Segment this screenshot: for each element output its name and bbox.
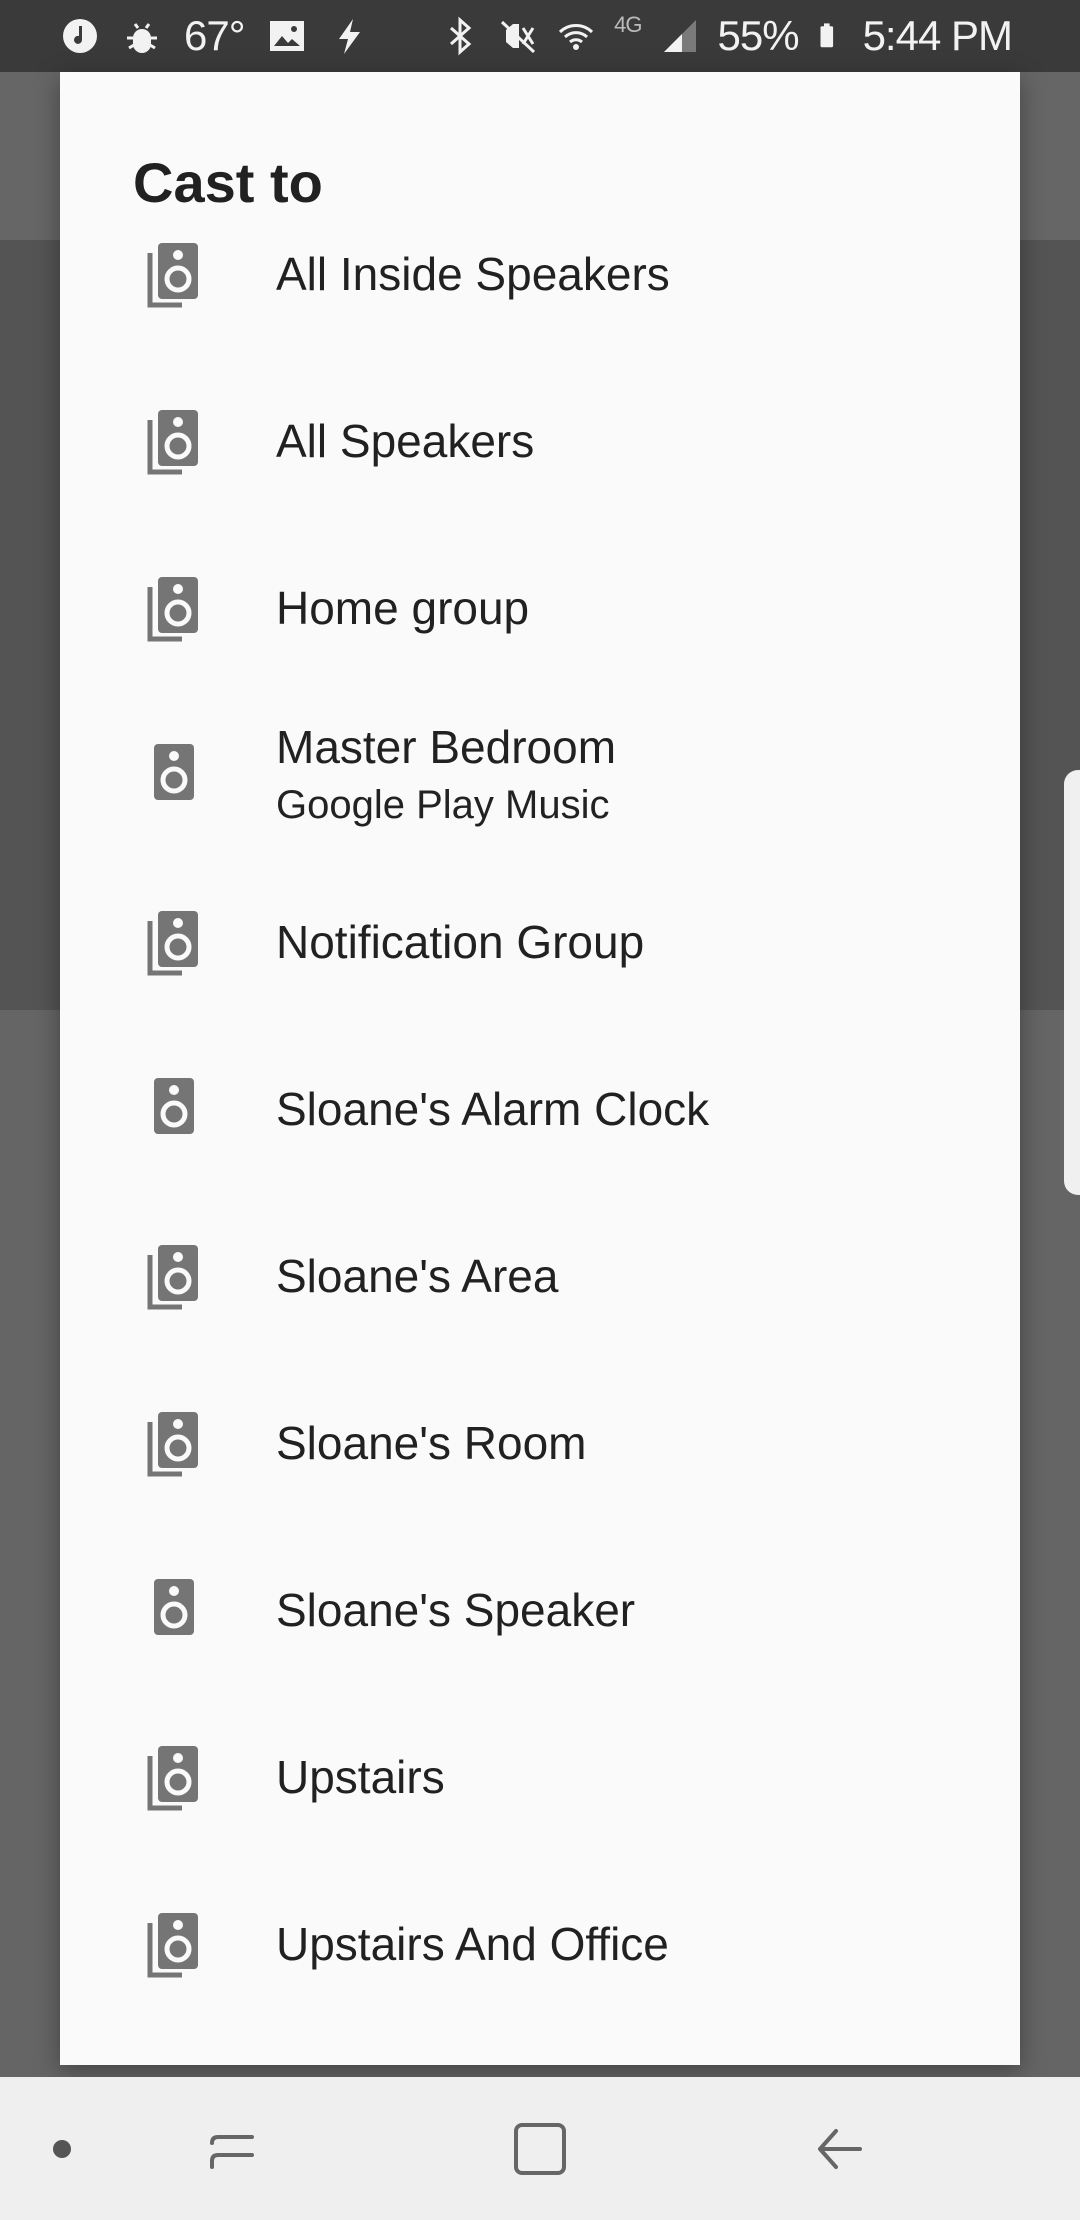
speaker-icon bbox=[154, 1077, 194, 1134]
recents-button[interactable] bbox=[182, 2077, 282, 2220]
device-item[interactable]: Master Bedroom Google Play Music bbox=[60, 691, 1020, 858]
speaker-group-icon bbox=[147, 576, 198, 641]
device-name: All Inside Speakers bbox=[276, 247, 670, 300]
lte-icon: 4G bbox=[614, 12, 642, 37]
device-item[interactable]: All Speakers bbox=[60, 357, 1020, 524]
wifi-icon bbox=[559, 24, 594, 50]
device-text: Sloane's Area bbox=[276, 1246, 558, 1306]
status-left: 67° bbox=[60, 0, 369, 72]
home-icon bbox=[514, 2122, 566, 2175]
device-item[interactable]: Sloane's Alarm Clock bbox=[60, 1025, 1020, 1192]
device-name: Sloane's Speaker bbox=[276, 1583, 636, 1636]
device-item[interactable]: Notification Group bbox=[60, 858, 1020, 1025]
device-text: Master Bedroom Google Play Music bbox=[276, 717, 616, 833]
recents-icon bbox=[210, 2134, 254, 2169]
speaker-icon bbox=[154, 1578, 194, 1635]
speaker-group-icon bbox=[147, 1912, 198, 1977]
device-item[interactable]: Upstairs bbox=[60, 1693, 1020, 1860]
device-name: Home group bbox=[276, 581, 530, 634]
nav-dot-button[interactable] bbox=[22, 2077, 102, 2220]
device-item[interactable]: Sloane's Room bbox=[60, 1359, 1020, 1526]
status-bar: 67° 4G 55% 5:44 PM bbox=[0, 0, 1080, 72]
speaker-group-icon bbox=[147, 242, 198, 307]
device-list: All Inside Speakers All Speakers Home grou… bbox=[60, 190, 1020, 2027]
image-icon bbox=[269, 21, 304, 51]
device-text: Sloane's Room bbox=[276, 1413, 587, 1473]
status-right: 4G 55% 5:44 PM bbox=[440, 0, 1013, 72]
device-name: Notification Group bbox=[276, 915, 645, 968]
home-button[interactable] bbox=[490, 2077, 590, 2220]
back-icon bbox=[818, 2128, 862, 2169]
edge-panel-handle[interactable] bbox=[1064, 770, 1080, 1195]
speaker-group-icon bbox=[147, 1411, 198, 1476]
clock: 5:44 PM bbox=[862, 12, 1013, 59]
device-text: Upstairs And Office bbox=[276, 1914, 669, 1974]
device-name: Upstairs And Office bbox=[276, 1917, 669, 1970]
device-text: Sloane's Alarm Clock bbox=[276, 1079, 709, 1139]
back-button[interactable] bbox=[790, 2077, 890, 2220]
device-name: Sloane's Room bbox=[276, 1416, 587, 1469]
device-text: Upstairs bbox=[276, 1747, 445, 1807]
device-item[interactable]: Home group bbox=[60, 524, 1020, 691]
speaker-icon bbox=[154, 743, 194, 800]
battery-icon bbox=[820, 23, 833, 48]
speaker-group-icon bbox=[147, 409, 198, 474]
vibrate-mute-icon bbox=[501, 20, 536, 54]
device-item[interactable]: All Inside Speakers bbox=[60, 190, 1020, 357]
speaker-group-icon bbox=[147, 1745, 198, 1810]
device-text: Notification Group bbox=[276, 912, 644, 972]
battery-percent: 55% bbox=[717, 12, 800, 59]
android-debug-icon bbox=[127, 23, 157, 53]
device-text: Sloane's Speaker bbox=[276, 1580, 635, 1640]
device-name: Sloane's Alarm Clock bbox=[276, 1082, 710, 1135]
music-icon bbox=[63, 19, 97, 53]
device-name: Upstairs bbox=[276, 1750, 445, 1803]
temperature: 67° bbox=[184, 12, 246, 59]
device-name: Master Bedroom bbox=[276, 720, 617, 773]
device-subtitle: Google Play Music bbox=[276, 782, 610, 827]
device-text: All Inside Speakers bbox=[276, 244, 670, 304]
flash-icon bbox=[338, 19, 360, 54]
speaker-group-icon bbox=[147, 1244, 198, 1309]
device-text: All Speakers bbox=[276, 411, 534, 471]
dot-icon bbox=[53, 2139, 71, 2158]
device-name: Sloane's Area bbox=[276, 1249, 559, 1302]
navigation-bar bbox=[0, 2077, 1080, 2220]
speaker-group-icon bbox=[147, 910, 198, 975]
cast-dialog: Cast to All Inside Speakers All Speakers H… bbox=[60, 72, 1020, 2065]
signal-icon bbox=[663, 20, 696, 52]
bluetooth-icon bbox=[450, 16, 472, 56]
device-name: All Speakers bbox=[276, 414, 535, 467]
device-item[interactable]: Sloane's Speaker bbox=[60, 1526, 1020, 1693]
device-item[interactable]: Sloane's Area bbox=[60, 1192, 1020, 1359]
device-item[interactable]: Upstairs And Office bbox=[60, 1860, 1020, 2027]
device-text: Home group bbox=[276, 578, 529, 638]
